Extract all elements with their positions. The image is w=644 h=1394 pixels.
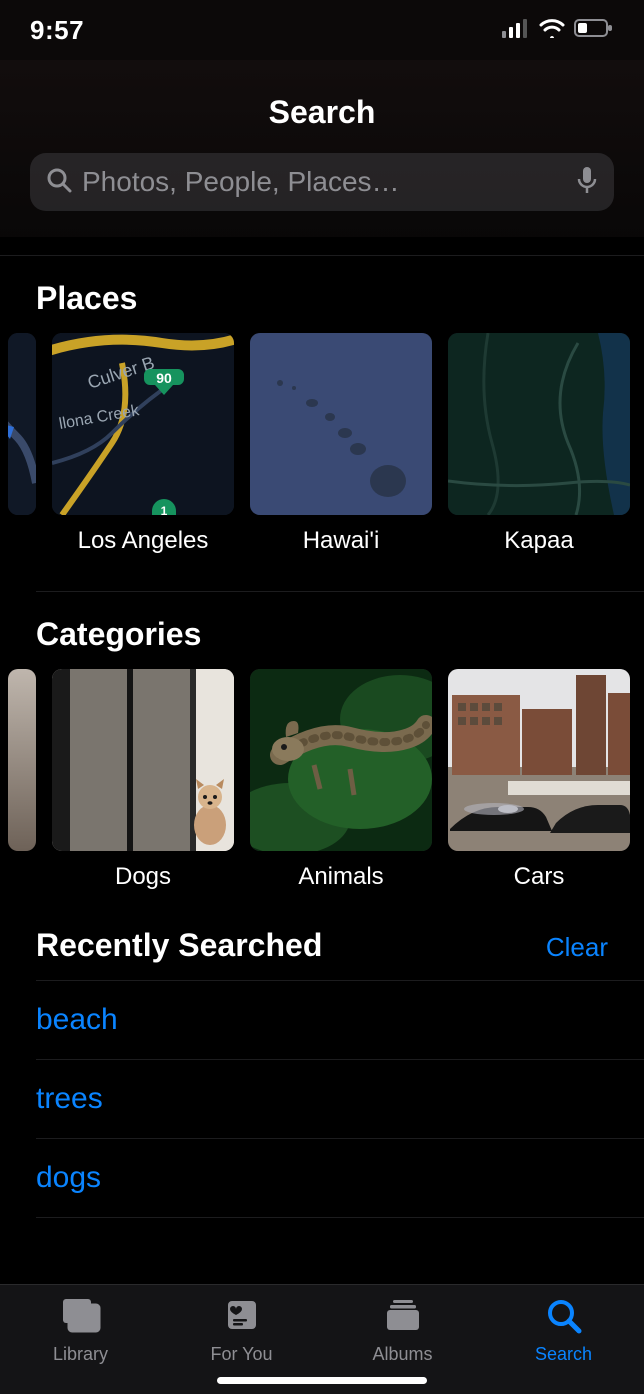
category-tile-animals[interactable]: Animals xyxy=(250,669,432,891)
status-icons xyxy=(502,18,614,43)
library-icon xyxy=(59,1295,103,1340)
place-label: Los Angeles xyxy=(52,515,234,555)
tab-library[interactable]: Library xyxy=(0,1295,161,1365)
tab-search[interactable]: Search xyxy=(483,1295,644,1365)
content: Places Culver B llona Creek xyxy=(0,237,644,1284)
recent-heading: Recently Searched xyxy=(36,927,322,964)
search-input[interactable] xyxy=(82,166,566,198)
cellular-icon xyxy=(502,18,530,43)
category-label: Dogs xyxy=(52,851,234,891)
category-tile-peek[interactable] xyxy=(8,669,36,891)
for-you-icon xyxy=(220,1295,264,1340)
battery-icon xyxy=(574,18,614,43)
recent-item[interactable]: dogs xyxy=(36,1139,644,1218)
recent-list: beach trees dogs xyxy=(0,980,644,1218)
places-heading: Places xyxy=(0,256,644,333)
place-tile-hawaii[interactable]: Hawai'i xyxy=(250,333,432,555)
page-title: Search xyxy=(0,80,644,153)
category-tile-dogs[interactable]: Dogs xyxy=(52,669,234,891)
place-tile-kapaa[interactable]: Kapaa xyxy=(448,333,630,555)
clear-button[interactable]: Clear xyxy=(546,932,608,963)
places-row[interactable]: Culver B llona Creek 90 1 Los Angeles xyxy=(0,333,644,555)
search-icon xyxy=(46,167,72,198)
tab-for-you[interactable]: For You xyxy=(161,1295,322,1365)
tab-albums[interactable]: Albums xyxy=(322,1295,483,1365)
status-time: 9:57 xyxy=(30,15,84,46)
svg-text:90: 90 xyxy=(156,370,172,386)
header: Search xyxy=(0,60,644,237)
categories-row[interactable]: Dogs xyxy=(0,669,644,891)
category-label: Cars xyxy=(448,851,630,891)
tab-label: Library xyxy=(53,1344,108,1365)
recent-item[interactable]: beach xyxy=(36,980,644,1060)
place-tile-peek[interactable] xyxy=(8,333,36,555)
category-tile-cars[interactable]: Cars xyxy=(448,669,630,891)
tab-label: Albums xyxy=(372,1344,432,1365)
category-label: Animals xyxy=(250,851,432,891)
search-field[interactable] xyxy=(30,153,614,211)
recent-item[interactable]: trees xyxy=(36,1060,644,1139)
svg-text:1: 1 xyxy=(161,504,168,515)
wifi-icon xyxy=(538,18,566,43)
albums-icon xyxy=(381,1295,425,1340)
place-label: Hawai'i xyxy=(250,515,432,555)
tab-label: For You xyxy=(210,1344,272,1365)
categories-heading: Categories xyxy=(0,592,644,669)
search-icon xyxy=(542,1295,586,1340)
place-tile-los-angeles[interactable]: Culver B llona Creek 90 1 Los Angeles xyxy=(52,333,234,555)
status-bar: 9:57 xyxy=(0,0,644,60)
home-indicator[interactable] xyxy=(217,1377,427,1384)
place-label: Kapaa xyxy=(448,515,630,555)
dictation-icon[interactable] xyxy=(576,165,598,200)
tab-label: Search xyxy=(535,1344,592,1365)
